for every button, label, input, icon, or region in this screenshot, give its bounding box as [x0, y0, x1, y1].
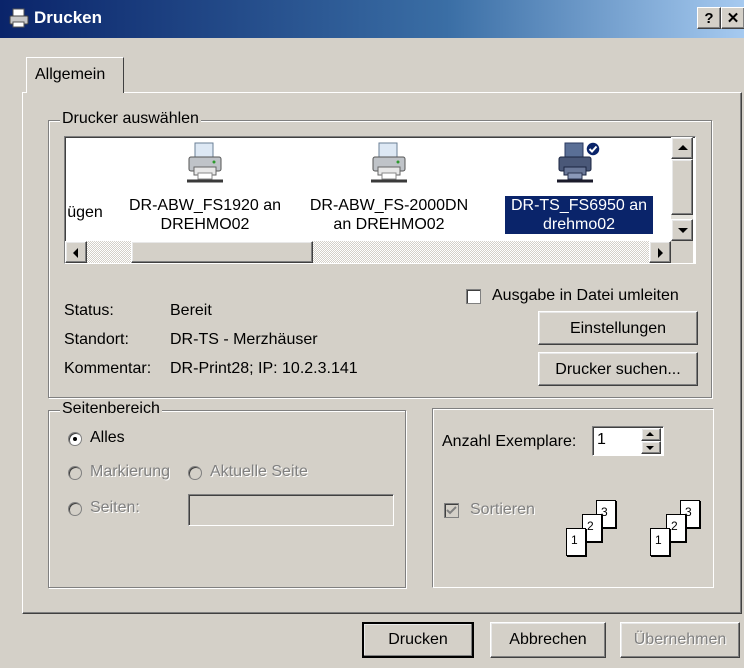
apply-button[interactable]: Übernehmen: [620, 622, 740, 658]
printer-host: an DREHMO02: [333, 216, 445, 233]
printer-host: DREHMO02: [160, 216, 250, 233]
horizontal-scrollbar[interactable]: [65, 241, 671, 263]
scroll-right-button[interactable]: [649, 241, 671, 263]
vertical-scrollbar[interactable]: [671, 137, 693, 241]
printer-icon: [9, 8, 29, 28]
print-to-file-checkbox[interactable]: [466, 289, 481, 304]
printer-item[interactable]: DR-ABW_FS-2000DN an DREHMO02: [309, 141, 469, 234]
close-button[interactable]: ✕: [721, 7, 744, 29]
status-label: Status:: [64, 302, 114, 319]
spin-up-button[interactable]: [641, 428, 661, 441]
vertical-scroll-thumb[interactable]: [671, 159, 693, 215]
collate-checkbox[interactable]: [444, 503, 459, 518]
status-value: Bereit: [170, 302, 212, 319]
print-button[interactable]: Drucken: [362, 622, 474, 658]
collate-illustration-1: 3 2 1: [560, 500, 630, 560]
location-label: Standort:: [64, 331, 129, 348]
pages-input[interactable]: [188, 494, 394, 526]
settings-button[interactable]: Einstellungen: [538, 311, 698, 345]
copies-value: 1: [597, 431, 606, 448]
scrollbar-corner: [671, 241, 693, 263]
help-button[interactable]: ?: [697, 7, 721, 29]
print-to-file-label: Ausgabe in Datei umleiten: [492, 287, 679, 304]
find-printer-button[interactable]: Drucker suchen...: [538, 352, 698, 386]
radio-pages-label: Seiten:: [90, 499, 140, 516]
printer-item[interactable]: ügen: [65, 203, 115, 222]
scroll-up-button[interactable]: [671, 137, 693, 159]
copies-label: Anzahl Exemplare:: [442, 433, 577, 450]
title-bar[interactable]: [0, 0, 744, 38]
tab-allgemein[interactable]: Allgemein: [26, 57, 124, 93]
window-title: Drucken: [34, 8, 103, 27]
scroll-down-button[interactable]: [671, 219, 693, 241]
page-1: 1: [566, 528, 586, 556]
page-1: 1: [650, 528, 670, 556]
radio-pages[interactable]: [68, 502, 82, 516]
printer-item[interactable]: DR-ABW_FS1920 an DREHMO02: [125, 141, 285, 234]
spin-down-button[interactable]: [641, 441, 661, 454]
collate-label: Sortieren: [470, 501, 535, 518]
check-icon: [446, 506, 457, 515]
printer-host: drehmo02: [505, 215, 653, 234]
comment-label: Kommentar:: [64, 360, 152, 377]
printer-icon: [187, 142, 223, 183]
radio-selection[interactable]: [68, 466, 82, 480]
cancel-button[interactable]: Abbrechen: [490, 622, 606, 658]
page-range-legend: Seitenbereich: [60, 400, 162, 418]
comment-value: DR-Print28; IP: 10.2.3.141: [170, 360, 358, 377]
printer-name: DR-ABW_FS-2000DN: [309, 197, 469, 214]
copies-spinbox[interactable]: 1: [592, 426, 664, 456]
printer-icon: [371, 142, 407, 183]
printer-name: DR-TS_FS6950 an: [505, 196, 653, 215]
radio-current-page-label: Aktuelle Seite: [210, 463, 308, 480]
collate-illustration-2: 3 2 1: [644, 500, 714, 560]
location-value: DR-TS - Merzhäuser: [170, 331, 318, 348]
radio-all-label: Alles: [90, 429, 125, 446]
printer-item-selected[interactable]: DR-TS_FS6950 an drehmo02: [505, 141, 653, 234]
radio-selection-label: Markierung: [90, 463, 171, 480]
printer-group-legend: Drucker auswählen: [60, 110, 201, 128]
printer-list[interactable]: ügen DR-ABW_FS1920 an DREHMO02 DR-ABW_FS…: [64, 136, 696, 264]
printer-icon: [557, 141, 601, 183]
horizontal-scroll-thumb[interactable]: [131, 241, 313, 263]
radio-current-page[interactable]: [188, 466, 202, 480]
printer-name: DR-ABW_FS1920 an: [128, 197, 282, 214]
scroll-left-button[interactable]: [65, 241, 87, 263]
tab-label: Allgemein: [35, 66, 106, 83]
printer-name: ügen: [67, 204, 103, 221]
radio-all[interactable]: [68, 432, 82, 446]
